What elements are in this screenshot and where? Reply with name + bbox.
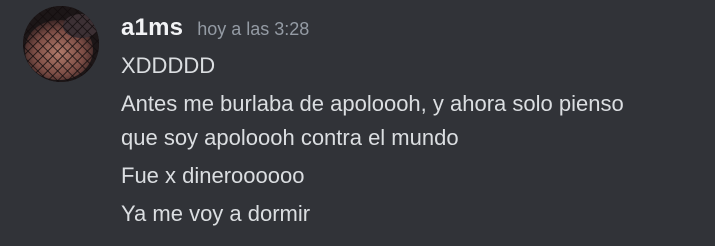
message-line: XDDDDD bbox=[121, 53, 216, 78]
message-line: Ya me voy a dormir bbox=[121, 201, 311, 226]
user-avatar-icon bbox=[23, 6, 99, 82]
message-line: Fue x dineroooooo bbox=[121, 163, 305, 188]
user-avatar[interactable] bbox=[23, 6, 99, 82]
message-line: que soy apoloooh contra el mundo bbox=[121, 125, 459, 150]
message-content: XDDDDD Antes me burlaba de apoloooh, y a… bbox=[121, 51, 706, 237]
message-header: a1ms hoy a las 3:28 bbox=[121, 14, 309, 48]
timestamp: hoy a las 3:28 bbox=[197, 19, 310, 39]
message-line: Antes me burlaba de apoloooh, y ahora so… bbox=[121, 91, 624, 116]
chat-message: a1ms hoy a las 3:28 XDDDDD Antes me burl… bbox=[0, 0, 715, 246]
username[interactable]: a1ms bbox=[121, 14, 183, 42]
